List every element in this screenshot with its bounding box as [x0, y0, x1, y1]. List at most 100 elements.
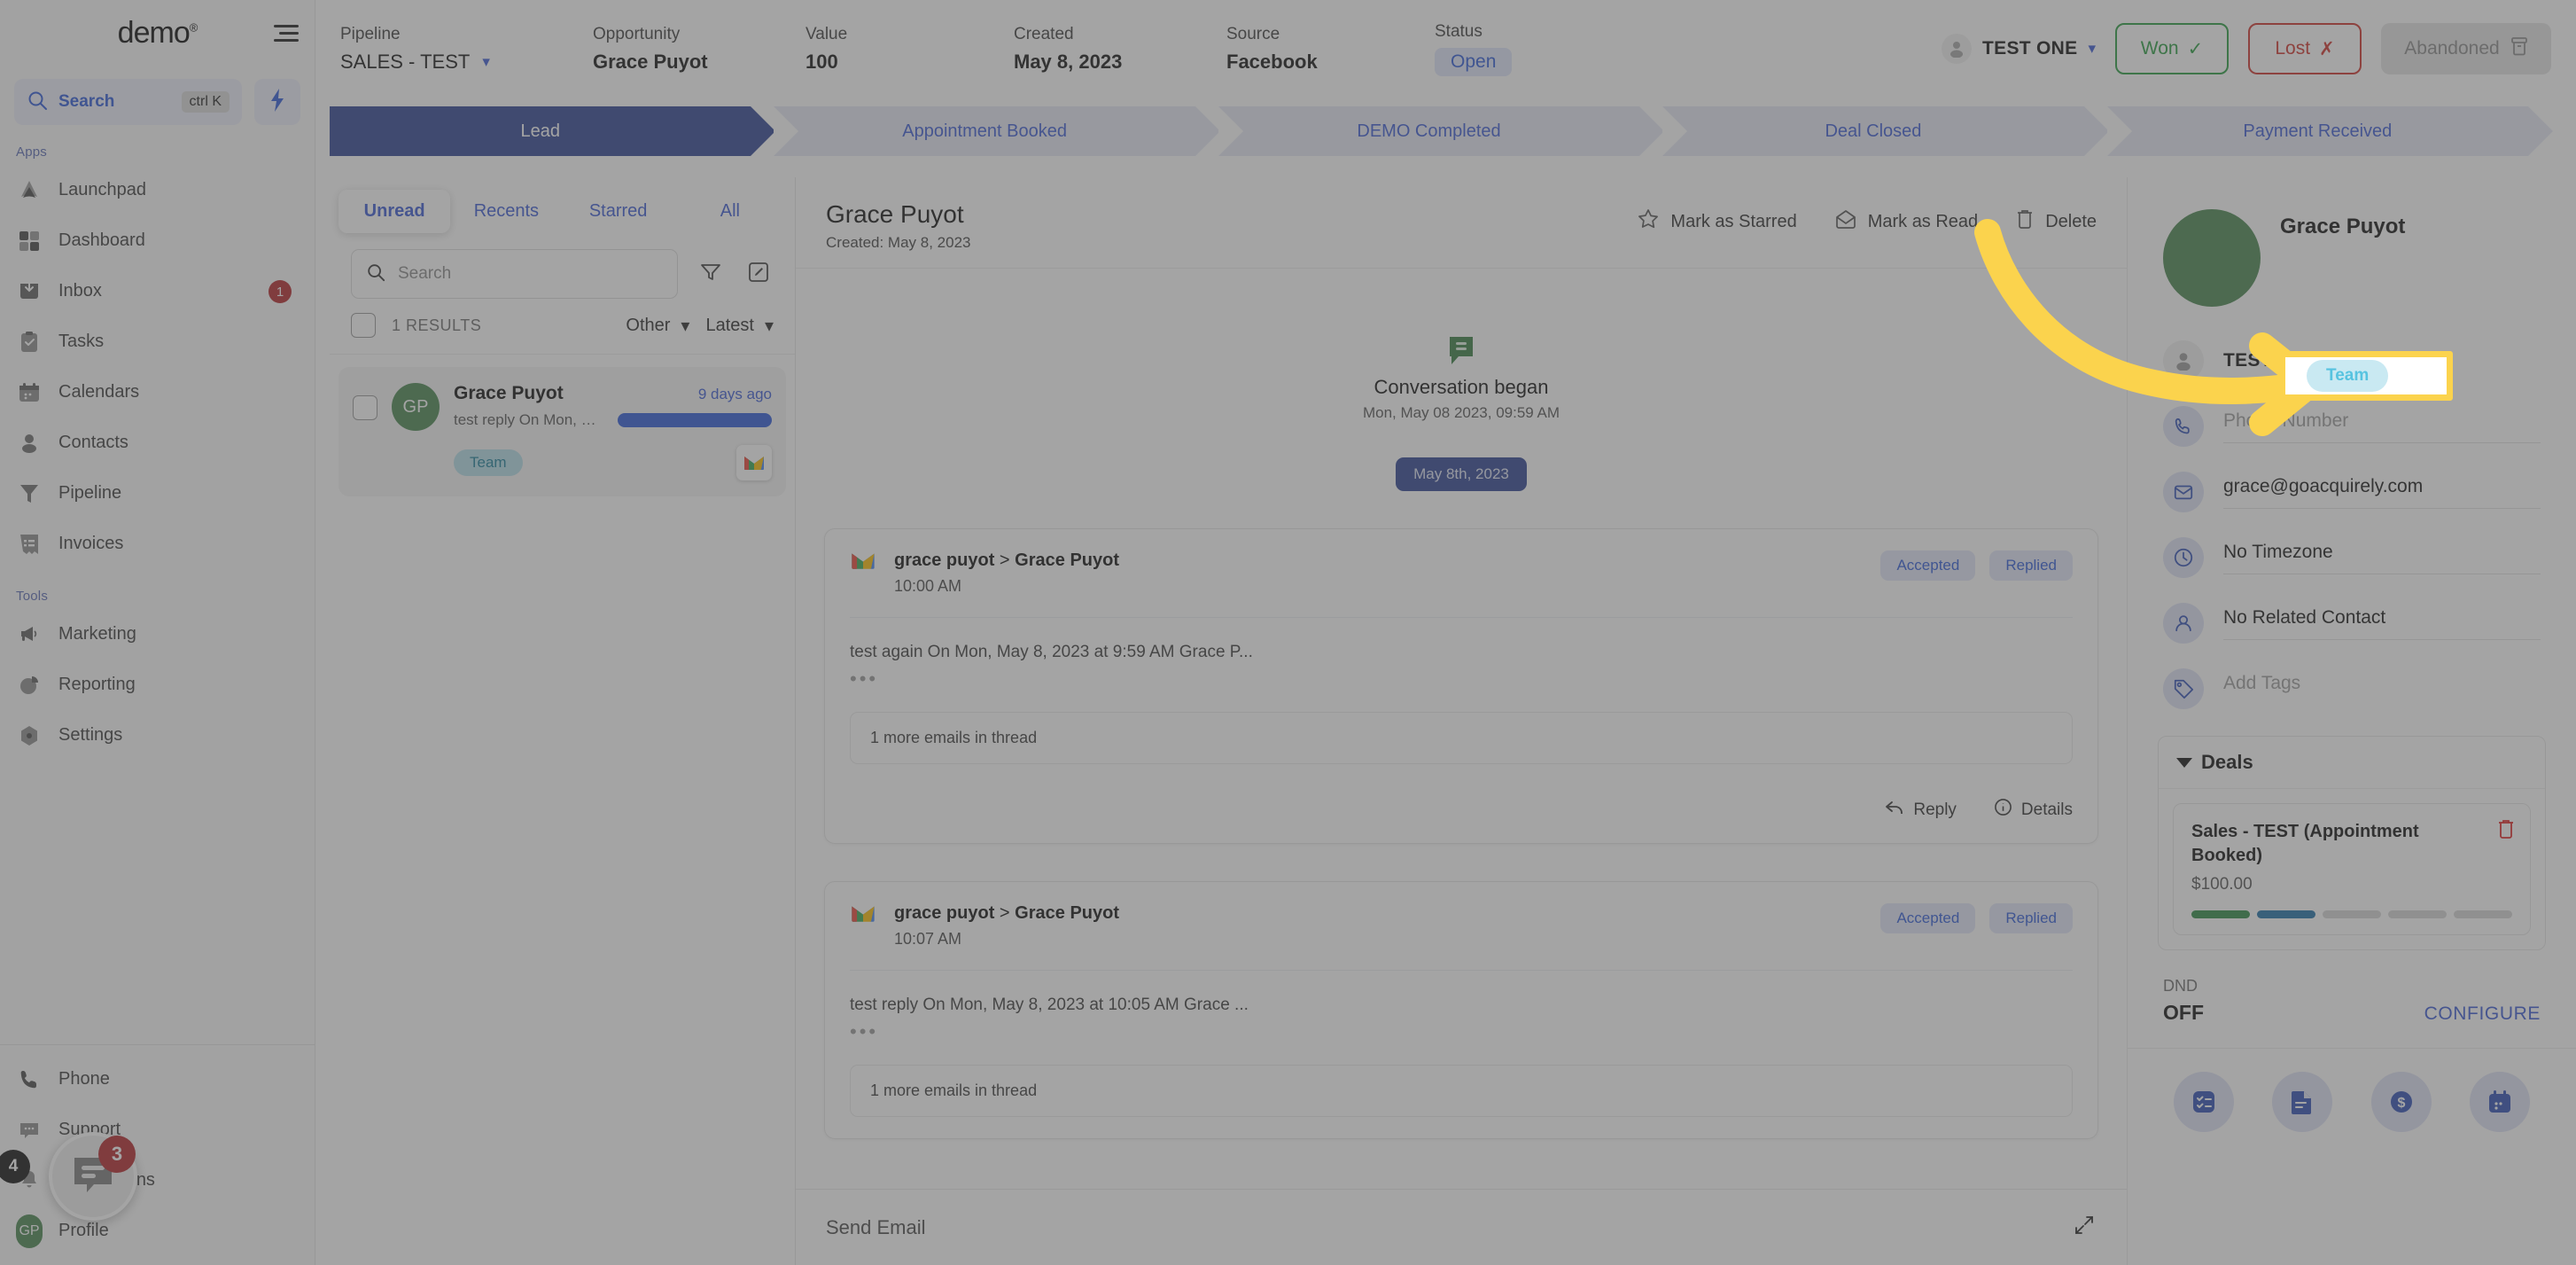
stage-deal-closed[interactable]: Deal Closed [1662, 106, 2110, 156]
contact-field-tags[interactable]: Add Tags [2128, 668, 2576, 709]
topbar-field-status: Status Open [1435, 22, 1612, 76]
message-header-id: Grace Puyot Created: May 8, 2023 [826, 200, 970, 252]
contact-field-related-contact[interactable]: No Related Contact [2128, 603, 2576, 644]
sidebar-item-profile[interactable]: GP Profile [0, 1206, 315, 1256]
document-icon[interactable] [2272, 1072, 2333, 1132]
tab-all[interactable]: All [674, 190, 786, 233]
task-list-icon[interactable] [2173, 1072, 2234, 1132]
thread-more-button[interactable]: 1 more emails in thread [850, 1065, 2073, 1117]
dollar-icon[interactable]: $ [2370, 1072, 2432, 1132]
contact-field-phone[interactable]: Phone Number [2128, 406, 2576, 447]
abandoned-button[interactable]: Abandoned [2381, 23, 2551, 74]
delete-deal-button[interactable] [2496, 818, 2516, 844]
email-card[interactable]: grace puyot > Grace Puyot 10:00 AM Accep… [824, 528, 2098, 844]
email-card[interactable]: grace puyot > Grace Puyot 10:07 AM Accep… [824, 881, 2098, 1139]
related-contact-field[interactable]: No Related Contact [2223, 607, 2541, 640]
search-input[interactable]: Search ctrl K [14, 79, 242, 125]
mark-as-read-button[interactable]: Mark as Read [1834, 208, 1978, 235]
stage-payment-received[interactable]: Payment Received [2106, 106, 2554, 156]
conversation-name: Grace Puyot [454, 383, 564, 403]
expand-icon[interactable] [2072, 1213, 2097, 1242]
phone-icon [16, 1066, 43, 1093]
filter-select[interactable]: Other ▾ [626, 315, 689, 337]
stage-lead[interactable]: Lead [330, 106, 776, 156]
sidebar-item-notifications[interactable]: 4 Notifications [0, 1150, 315, 1206]
filter-button[interactable] [696, 259, 726, 289]
dnd-configure-button[interactable]: CONFIGURE [2424, 1003, 2541, 1025]
tab-starred[interactable]: Starred [563, 190, 674, 233]
results-count: 1 RESULTS [392, 316, 482, 334]
brand-row: demo® [0, 0, 315, 66]
status-badge[interactable]: Open [1435, 47, 1513, 76]
deal-card[interactable]: Sales - TEST (Appointment Booked) $100.0… [2173, 803, 2531, 935]
tags-field[interactable]: Add Tags [2223, 673, 2541, 705]
contact-identity: Grace Puyot [2128, 177, 2576, 307]
reply-button[interactable]: Reply [1885, 798, 1957, 822]
owner-selector[interactable]: TEST ONE ▾ [1942, 34, 2096, 64]
conversation-list-item[interactable]: GP Grace Puyot 9 days ago test reply On … [339, 367, 786, 496]
sidebar-item-tasks[interactable]: Tasks [0, 316, 315, 367]
sidebar-item-phone[interactable]: Phone [0, 1054, 315, 1105]
sidebar-item-marketing[interactable]: Marketing [0, 609, 315, 660]
chat-support-widget[interactable]: 3 [49, 1132, 137, 1221]
sidebar-item-launchpad[interactable]: Launchpad [0, 165, 315, 215]
conversation-tag[interactable]: Team [454, 449, 523, 476]
compose-button[interactable] [743, 259, 774, 289]
sort-select[interactable]: Latest ▾ [705, 315, 774, 337]
phone-field[interactable]: Phone Number [2223, 410, 2541, 443]
sidebar-item-contacts[interactable]: Contacts [0, 418, 315, 468]
sidebar-item-reporting[interactable]: Reporting [0, 660, 315, 710]
email-truncation-ellipsis[interactable]: ••• [850, 668, 2073, 691]
chevron-down-icon[interactable]: ▾ [2088, 40, 2096, 58]
stage-demo-completed[interactable]: DEMO Completed [1218, 106, 1665, 156]
delete-button[interactable]: Delete [2015, 208, 2097, 235]
field-value-wrap[interactable]: SALES - TEST ▾ [340, 51, 593, 74]
tab-recents[interactable]: Recents [450, 190, 562, 233]
sidebar-item-dashboard[interactable]: Dashboard [0, 215, 315, 266]
select-all-checkbox[interactable] [351, 313, 376, 338]
email-to: Grace Puyot [1015, 551, 1119, 570]
timezone-field[interactable]: No Timezone [2223, 542, 2541, 574]
unread-dot [617, 413, 772, 427]
sidebar-item-settings[interactable]: Settings [0, 710, 315, 761]
conversation-search-input[interactable]: Search [351, 249, 678, 299]
deals-header[interactable]: Deals [2159, 737, 2545, 789]
contact-field-timezone[interactable]: No Timezone [2128, 537, 2576, 578]
stage-appointment-booked[interactable]: Appointment Booked [774, 106, 1221, 156]
sidebar-item-inbox[interactable]: Inbox 1 [0, 266, 315, 316]
email-field[interactable]: grace@goacquirely.com [2223, 476, 2541, 509]
calendar-icon[interactable] [2470, 1072, 2531, 1132]
brand-text: demo [117, 16, 191, 50]
details-button[interactable]: Details [1994, 798, 2073, 822]
sidebar-item-support[interactable]: Support [0, 1105, 315, 1155]
conversation-snippet-row: test reply On Mon, May 8, 2023 at ... [454, 411, 772, 429]
won-button[interactable]: Won ✓ [2115, 23, 2229, 74]
email-truncation-ellipsis[interactable]: ••• [850, 1020, 2073, 1043]
sidebar-item-label: Calendars [58, 382, 140, 402]
tags-placeholder: Add Tags [2223, 673, 2301, 693]
support-icon [16, 1117, 43, 1144]
thread-more-button[interactable]: 1 more emails in thread [850, 712, 2073, 764]
deal-title: Sales - TEST (Appointment Booked) [2191, 822, 2419, 865]
sidebar-item-invoices[interactable]: Invoices [0, 519, 315, 569]
sidebar-item-calendars[interactable]: Calendars [0, 367, 315, 418]
send-email-bar[interactable]: Send Email [796, 1189, 2127, 1265]
message-thread[interactable]: Conversation began Mon, May 08 2023, 09:… [796, 285, 2127, 1189]
email-from-to: grace puyot > Grace Puyot [894, 903, 1119, 924]
mark-as-starred-button[interactable]: Mark as Starred [1637, 207, 1797, 236]
avatar [2163, 209, 2261, 307]
topbar-field-source: Source Facebook [1226, 25, 1435, 74]
sort-select-label: Latest [705, 315, 754, 335]
open-envelope-icon [1834, 208, 1857, 235]
sidebar-item-pipeline[interactable]: Pipeline [0, 468, 315, 519]
tab-unread[interactable]: Unread [339, 190, 451, 233]
quick-action-bolt-button[interactable] [254, 79, 300, 125]
field-value: Facebook [1226, 50, 1318, 73]
contact-field-email[interactable]: grace@goacquirely.com [2128, 472, 2576, 512]
collapse-sidebar-button[interactable] [274, 25, 299, 44]
row-checkbox[interactable] [353, 395, 377, 420]
lost-button[interactable]: Lost ✗ [2248, 23, 2362, 74]
chevron-down-icon[interactable]: ▾ [482, 53, 490, 71]
sidebar-group-label-apps: Apps [16, 144, 47, 160]
search-icon [27, 90, 48, 115]
